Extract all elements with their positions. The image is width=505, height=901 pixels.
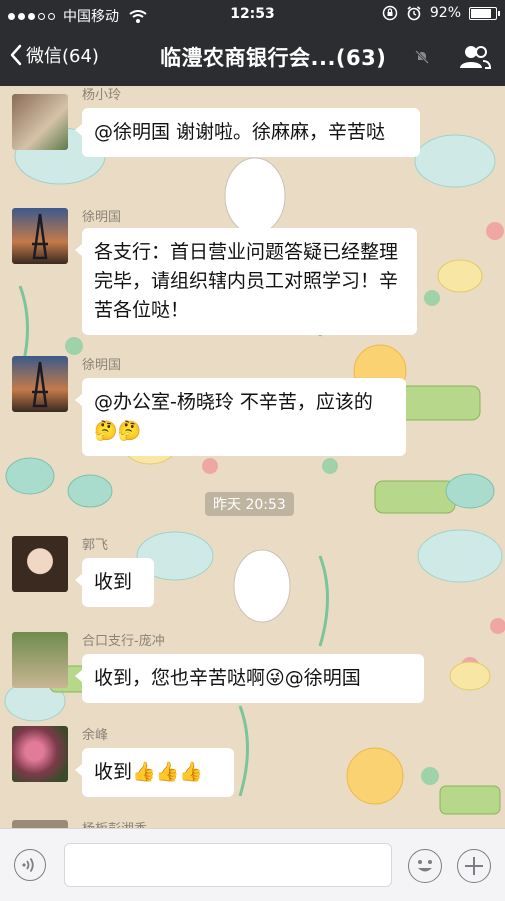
group-people-icon[interactable] bbox=[459, 44, 491, 70]
voice-button[interactable] bbox=[14, 849, 46, 881]
back-label: 微信(64) bbox=[26, 46, 99, 67]
avatar[interactable] bbox=[12, 94, 68, 150]
status-right: 92% bbox=[382, 5, 500, 21]
sender-name: 合口支行-庞冲 bbox=[82, 634, 165, 649]
message-bubble[interactable]: 收到👍👍👍 bbox=[75, 748, 234, 797]
page-title: 临澧农商银行会...(63) bbox=[160, 46, 387, 70]
more-button[interactable] bbox=[457, 849, 491, 883]
chat-area[interactable]: 杨小玲 @徐明国 谢谢啦。徐麻麻，辛苦哒 徐明国 各支行：首日营业问题答疑已经整… bbox=[0, 86, 505, 828]
chevron-left-icon bbox=[10, 44, 22, 66]
message-input[interactable] bbox=[64, 843, 392, 887]
sender-name: 杨板彭湘香 bbox=[82, 818, 147, 828]
emoji-icon bbox=[418, 860, 432, 872]
sender-name: 徐明国 bbox=[82, 358, 122, 373]
avatar[interactable] bbox=[12, 208, 68, 264]
mute-bell-icon bbox=[415, 50, 429, 64]
alarm-icon bbox=[407, 6, 421, 21]
chat-wallpaper bbox=[4, 127, 505, 815]
voice-icon bbox=[22, 857, 34, 873]
emoji-button[interactable] bbox=[408, 849, 442, 883]
message-bubble[interactable]: 收到 bbox=[75, 558, 154, 607]
avatar[interactable] bbox=[12, 536, 68, 592]
message-bubble[interactable]: @办公室-杨晓玲 不辛苦，应该的🤔🤔 bbox=[75, 378, 406, 456]
avatar[interactable] bbox=[12, 356, 68, 412]
eiffel-tower-icon bbox=[32, 213, 48, 260]
message-bubble[interactable]: 各支行：首日营业问题答疑已经整理完毕，请组织辖内员工对照学习！辛苦各位哒！ bbox=[75, 228, 417, 335]
message-bubble[interactable]: 收到，您也辛苦哒啊😜@徐明国 bbox=[75, 654, 424, 703]
input-bar bbox=[0, 828, 505, 901]
sender-name: 余峰 bbox=[82, 728, 109, 743]
eiffel-tower-icon bbox=[32, 361, 48, 408]
avatar[interactable] bbox=[12, 632, 68, 688]
sender-name: 郭飞 bbox=[82, 538, 109, 553]
status-bar: 中国移动 12:53 92% bbox=[0, 0, 505, 28]
battery-percent: 92% bbox=[429, 5, 461, 21]
avatar[interactable] bbox=[12, 726, 68, 782]
sender-name: 杨小玲 bbox=[82, 88, 122, 103]
rotation-lock-icon bbox=[382, 5, 398, 21]
back-button[interactable]: 微信(64) bbox=[10, 42, 99, 68]
message-bubble[interactable]: @徐明国 谢谢啦。徐麻麻，辛苦哒 bbox=[75, 108, 420, 157]
battery-icon bbox=[469, 6, 500, 20]
sender-name: 徐明国 bbox=[82, 210, 122, 225]
nav-bar: 微信(64) 临澧农商银行会...(63) bbox=[0, 28, 505, 86]
battery-fill bbox=[471, 8, 491, 18]
timestamp: 昨天 20:53 bbox=[205, 492, 294, 516]
avatar[interactable] bbox=[12, 820, 68, 828]
plus-icon bbox=[465, 857, 483, 875]
